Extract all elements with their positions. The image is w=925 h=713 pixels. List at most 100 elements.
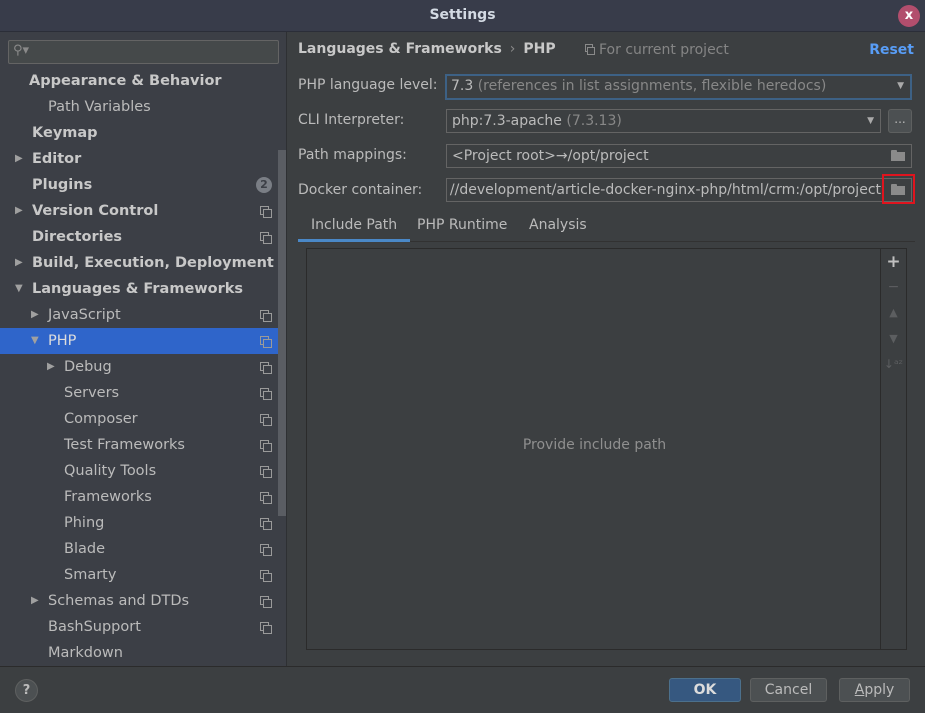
project-scope-icon (260, 596, 272, 608)
sidebar-item-build-execution-deployment[interactable]: ▶ Build, Execution, Deployment (0, 250, 286, 276)
project-scope-icon (260, 518, 272, 530)
path-mappings-label: Path mappings: (298, 147, 407, 163)
sidebar-item-markdown[interactable]: Markdown (0, 640, 286, 666)
sidebar-item-plugins[interactable]: Plugins 2 (0, 172, 286, 198)
settings-sidebar: ⚲▾ Appearance & Behavior Path Variables Ke… (0, 32, 287, 666)
move-up-icon[interactable]: ▲ (881, 306, 906, 319)
cli-interpreter-value: php:7.3-apache (452, 113, 562, 129)
sidebar-item-label: Directories (32, 229, 123, 245)
tab-analysis[interactable]: Analysis (516, 210, 600, 242)
sidebar-scrollbar[interactable] (278, 150, 286, 516)
cancel-button[interactable]: Cancel (750, 678, 827, 702)
settings-content: Languages & Frameworks › PHP For current p… (288, 32, 925, 666)
move-down-icon[interactable]: ▼ (881, 332, 906, 345)
path-mappings-field[interactable]: <Project root>→/opt/project (446, 144, 912, 168)
apply-mnemonic: A (854, 682, 865, 698)
cli-interpreter-more-button[interactable]: ... (888, 109, 912, 133)
title-bar: Settings x (0, 0, 925, 32)
collapse-arrow-icon[interactable]: ▶ (31, 302, 39, 328)
close-button[interactable]: x (898, 5, 920, 27)
sidebar-item-schemas-and-dtds[interactable]: ▶ Schemas and DTDs (0, 588, 286, 614)
expand-arrow-icon[interactable]: ▼ (15, 276, 23, 302)
sidebar-item-label: Editor (32, 151, 82, 167)
sidebar-item-label: PHP (48, 333, 77, 349)
sidebar-item-bashsupport[interactable]: BashSupport (0, 614, 286, 640)
sidebar-item-javascript[interactable]: ▶ JavaScript (0, 302, 286, 328)
remove-icon[interactable]: − (881, 279, 906, 295)
project-scope-icon (260, 570, 272, 582)
sidebar-item-label: Servers (64, 385, 120, 401)
sidebar-item-directories[interactable]: Directories (0, 224, 286, 250)
docker-container-label: Docker container: (298, 182, 423, 198)
empty-list-message: Provide include path (522, 437, 667, 453)
project-scope-icon (260, 206, 272, 218)
sidebar-item-label: Schemas and DTDs (48, 593, 190, 609)
collapse-arrow-icon[interactable]: ▶ (31, 588, 39, 614)
language-level-value: 7.3 (451, 78, 474, 94)
add-icon[interactable]: + (881, 252, 906, 272)
chevron-down-icon: ▼ (897, 81, 904, 91)
collapse-arrow-icon[interactable]: ▶ (15, 198, 23, 224)
collapse-arrow-icon[interactable]: ▶ (15, 250, 23, 276)
window-title: Settings (429, 7, 496, 23)
project-scope-icon (260, 544, 272, 556)
include-path-list[interactable]: Provide include path + − ▲ ▼ ↓ᵃᶻ (306, 248, 907, 650)
sidebar-item-debug[interactable]: ▶ Debug (0, 354, 286, 380)
project-scope-icon (260, 492, 272, 504)
help-button[interactable]: ? (15, 679, 38, 702)
sidebar-item-appearance-behavior[interactable]: Appearance & Behavior (0, 68, 286, 94)
sidebar-item-label: Blade (64, 541, 105, 557)
sidebar-item-label: JavaScript (48, 307, 121, 323)
sidebar-item-label: Test Frameworks (64, 437, 185, 453)
search-input[interactable]: ⚲▾ (8, 40, 279, 64)
sidebar-item-composer[interactable]: Composer (0, 406, 286, 432)
sidebar-item-servers[interactable]: Servers (0, 380, 286, 406)
tab-php-runtime[interactable]: PHP Runtime (404, 210, 520, 242)
sidebar-item-label: Smarty (64, 567, 117, 583)
language-level-select[interactable]: 7.3 (references in list assignments, fle… (445, 74, 912, 100)
cli-interpreter-select[interactable]: php:7.3-apache (7.3.13) ▼ (446, 109, 881, 133)
path-mappings-value: <Project root>→/opt/project (452, 148, 649, 164)
sidebar-item-languages-frameworks[interactable]: ▼ Languages & Frameworks (0, 276, 286, 302)
sidebar-item-path-variables[interactable]: Path Variables (0, 94, 286, 120)
docker-container-value: //development/article-docker-nginx-php/h… (449, 182, 881, 198)
reset-link[interactable]: Reset (869, 42, 914, 58)
sort-icon[interactable]: ↓ᵃᶻ (881, 357, 906, 371)
collapse-arrow-icon[interactable]: ▶ (47, 354, 55, 380)
collapse-arrow-icon[interactable]: ▶ (15, 146, 23, 172)
sidebar-item-quality-tools[interactable]: Quality Tools (0, 458, 286, 484)
project-scope-icon (585, 44, 595, 55)
apply-button[interactable]: Apply (839, 678, 910, 702)
sidebar-item-label: Plugins (32, 177, 93, 193)
project-scope-icon (260, 362, 272, 374)
cli-interpreter-label: CLI Interpreter: (298, 112, 405, 128)
sidebar-item-frameworks[interactable]: Frameworks (0, 484, 286, 510)
sidebar-item-smarty[interactable]: Smarty (0, 562, 286, 588)
docker-container-field[interactable]: //development/article-docker-nginx-php/h… (446, 178, 912, 202)
tab-include-path[interactable]: Include Path (298, 210, 411, 242)
folder-icon[interactable] (891, 150, 905, 161)
sidebar-item-php[interactable]: ▼ PHP (0, 328, 286, 354)
language-level-label: PHP language level: (298, 77, 438, 93)
sidebar-item-label: Debug (64, 359, 112, 375)
breadcrumb-item: PHP (523, 41, 556, 57)
project-scope-icon (260, 440, 272, 452)
breadcrumb-item: Languages & Frameworks (298, 41, 502, 57)
sidebar-item-test-frameworks[interactable]: Test Frameworks (0, 432, 286, 458)
sidebar-item-editor[interactable]: ▶ Editor (0, 146, 286, 172)
sidebar-item-version-control[interactable]: ▶ Version Control (0, 198, 286, 224)
dialog-footer: ? OK Cancel Apply (0, 666, 925, 713)
expand-arrow-icon[interactable]: ▼ (31, 328, 39, 354)
php-settings-tabs: Include Path PHP Runtime Analysis (298, 210, 915, 242)
sidebar-item-label: Appearance & Behavior (29, 73, 222, 89)
sidebar-item-label: Languages & Frameworks (32, 281, 244, 297)
language-level-hint: (references in list assignments, flexibl… (477, 78, 827, 94)
project-scope-icon (260, 622, 272, 634)
cli-interpreter-version: (7.3.13) (566, 113, 622, 129)
sidebar-item-phing[interactable]: Phing (0, 510, 286, 536)
sidebar-item-label: Markdown (48, 645, 123, 661)
chevron-down-icon: ▼ (867, 116, 874, 126)
ok-button[interactable]: OK (669, 678, 741, 702)
sidebar-item-blade[interactable]: Blade (0, 536, 286, 562)
sidebar-item-keymap[interactable]: Keymap (0, 120, 286, 146)
